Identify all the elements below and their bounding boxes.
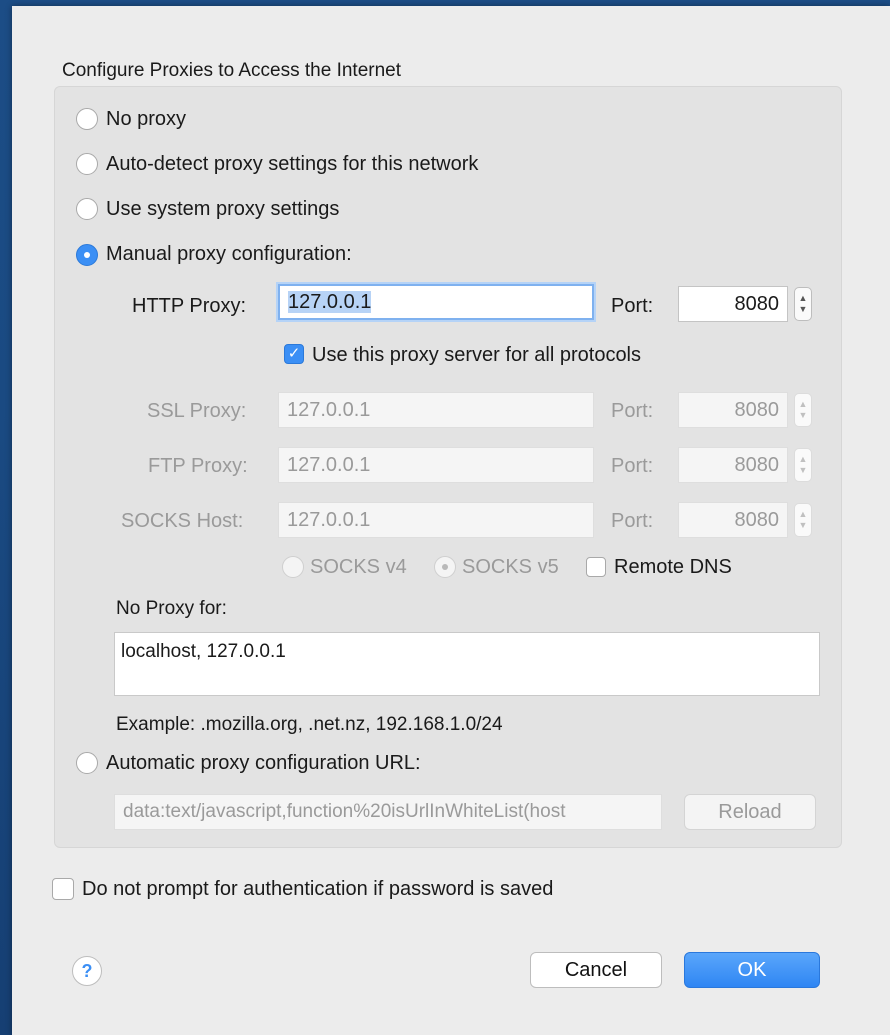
manual-proxy-label[interactable]: Manual proxy configuration: <box>106 243 352 266</box>
no-proxy-for-textarea[interactable]: localhost, 127.0.0.1 <box>114 632 820 696</box>
no-prompt-auth-checkbox[interactable] <box>52 878 74 900</box>
remote-dns-checkbox[interactable] <box>586 557 606 577</box>
socks-v4-radio[interactable] <box>282 556 304 578</box>
no-prompt-auth-label[interactable]: Do not prompt for authentication if pass… <box>82 878 553 901</box>
socks-host-input[interactable]: 127.0.0.1 <box>278 502 594 538</box>
stepper-arrows-icon[interactable]: ▲ ▼ <box>794 503 812 537</box>
auto-config-url-label[interactable]: Automatic proxy configuration URL: <box>106 752 421 775</box>
stepper-arrows-icon[interactable]: ▲ ▼ <box>794 393 812 427</box>
ok-button[interactable]: OK <box>684 952 820 988</box>
http-proxy-input[interactable]: 127.0.0.1 <box>278 284 594 320</box>
ssl-port-label: Port: <box>611 400 654 422</box>
ssl-port-input[interactable]: 8080 <box>678 392 788 428</box>
ftp-proxy-label: FTP Proxy: <box>148 455 248 477</box>
group-title: Configure Proxies to Access the Internet <box>62 60 402 81</box>
stepper-arrows-icon[interactable]: ▲ ▼ <box>794 448 812 482</box>
no-proxy-for-label: No Proxy for: <box>116 598 227 619</box>
system-proxy-label[interactable]: Use system proxy settings <box>106 198 339 221</box>
use-for-all-checkbox[interactable]: ✓ <box>284 344 304 364</box>
socks-port-input[interactable]: 8080 <box>678 502 788 538</box>
ftp-port-label: Port: <box>611 455 654 477</box>
http-proxy-label: HTTP Proxy: <box>132 295 247 317</box>
stepper-arrows-icon[interactable]: ▲ ▼ <box>794 287 812 321</box>
auto-detect-label[interactable]: Auto-detect proxy settings for this netw… <box>106 153 478 176</box>
socks-v5-radio[interactable] <box>434 556 456 578</box>
ssl-proxy-input[interactable]: 127.0.0.1 <box>278 392 594 428</box>
connection-settings-dialog: Configure Proxies to Access the Internet… <box>12 6 890 1035</box>
auto-detect-radio[interactable] <box>76 153 98 175</box>
ftp-port-input[interactable]: 8080 <box>678 447 788 483</box>
cancel-button[interactable]: Cancel <box>530 952 662 988</box>
ftp-proxy-input[interactable]: 127.0.0.1 <box>278 447 594 483</box>
no-proxy-example: Example: .mozilla.org, .net.nz, 192.168.… <box>116 714 503 735</box>
no-proxy-radio[interactable] <box>76 108 98 130</box>
manual-proxy-radio[interactable] <box>76 244 98 266</box>
checkmark-icon: ✓ <box>287 345 301 362</box>
auto-config-url-radio[interactable] <box>76 752 98 774</box>
socks-port-label: Port: <box>611 510 654 532</box>
socks-v5-label[interactable]: SOCKS v5 <box>462 556 559 579</box>
auto-config-url-input[interactable]: data:text/javascript,function%20isUrlInW… <box>114 794 662 830</box>
http-port-label: Port: <box>611 295 654 317</box>
reload-button[interactable]: Reload <box>684 794 816 830</box>
http-proxy-value: 127.0.0.1 <box>288 291 372 313</box>
system-proxy-radio[interactable] <box>76 198 98 220</box>
http-port-input[interactable]: 8080 <box>678 286 788 322</box>
remote-dns-label[interactable]: Remote DNS <box>614 556 732 579</box>
no-proxy-label[interactable]: No proxy <box>106 108 186 131</box>
socks-v4-label[interactable]: SOCKS v4 <box>310 556 407 579</box>
use-for-all-label[interactable]: Use this proxy server for all protocols <box>312 344 641 367</box>
ssl-proxy-label: SSL Proxy: <box>147 400 247 422</box>
help-icon[interactable]: ? <box>72 956 102 986</box>
socks-host-label: SOCKS Host: <box>121 510 244 532</box>
